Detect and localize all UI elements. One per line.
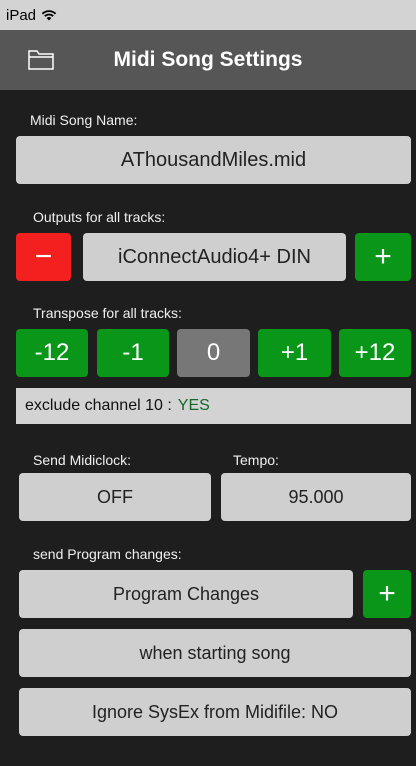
transpose-plus12-button[interactable]: +12 bbox=[339, 329, 411, 377]
output-select[interactable]: iConnectAudio4+ DIN bbox=[83, 233, 346, 281]
transpose-minus12-button[interactable]: -12 bbox=[16, 329, 88, 377]
nav-bar: Midi Song Settings bbox=[0, 30, 416, 90]
wifi-icon bbox=[41, 10, 57, 21]
tempo-label: Tempo: bbox=[233, 452, 279, 468]
ignore-sysex-button[interactable]: Ignore SysEx from Midifile: NO bbox=[19, 688, 411, 736]
status-bar: iPad bbox=[0, 0, 416, 30]
page-title: Midi Song Settings bbox=[113, 48, 303, 71]
device-name: iPad bbox=[6, 6, 37, 24]
song-name-label: Midi Song Name: bbox=[30, 112, 138, 128]
transpose-plus1-button[interactable]: +1 bbox=[258, 329, 331, 377]
exclude-channel10-value: YES bbox=[177, 397, 210, 414]
program-timing-button[interactable]: when starting song bbox=[19, 629, 411, 677]
midiclock-button[interactable]: OFF bbox=[19, 473, 211, 521]
tempo-field[interactable]: 95.000 bbox=[221, 473, 411, 521]
program-changes-label: send Program changes: bbox=[33, 546, 182, 562]
program-changes-button[interactable]: Program Changes bbox=[19, 570, 353, 618]
transpose-minus1-button[interactable]: -1 bbox=[97, 329, 169, 377]
outputs-label: Outputs for all tracks: bbox=[33, 209, 166, 225]
exclude-channel10-toggle[interactable]: exclude channel 10 : YES bbox=[16, 388, 411, 424]
transpose-label: Transpose for all tracks: bbox=[33, 305, 182, 321]
song-name-field[interactable]: AThousandMiles.mid bbox=[16, 136, 411, 184]
exclude-channel10-label: exclude channel 10 : bbox=[25, 397, 172, 414]
add-output-button[interactable]: + bbox=[355, 233, 411, 281]
folder-icon[interactable] bbox=[28, 48, 54, 70]
remove-output-button[interactable]: − bbox=[16, 233, 71, 281]
add-program-change-button[interactable]: + bbox=[363, 570, 411, 618]
transpose-zero-button[interactable]: 0 bbox=[177, 329, 250, 377]
midiclock-label: Send Midiclock: bbox=[33, 452, 132, 468]
